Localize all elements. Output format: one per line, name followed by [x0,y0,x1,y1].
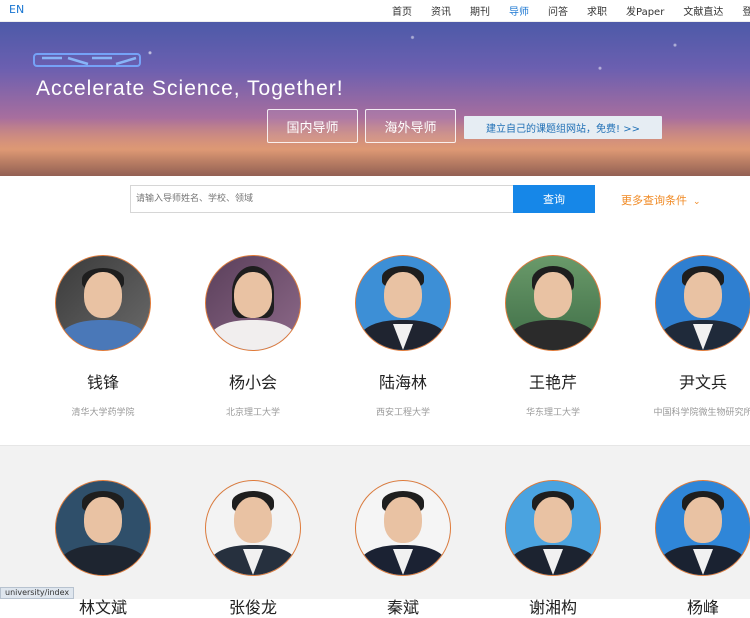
nav-item-login[interactable]: 登 [742,3,750,18]
mentor-card[interactable]: 杨峰 [628,480,750,618]
mentor-avatar [55,255,151,351]
language-switch-link[interactable]: EN [9,3,24,16]
main-nav: 首页 资讯 期刊 导师 问答 求职 发Paper 文献直达 登 [392,3,750,18]
more-search-options-label: 更多查询条件 [621,194,687,207]
nav-item-qa[interactable]: 问答 [548,3,568,18]
hero-banner: Accelerate Science, Together! 国内导师 海外导师 … [0,22,750,176]
search-bar: 查询 更多查询条件 ⌄ [0,176,750,222]
mentor-school: 北京理工大学 [225,408,280,418]
nav-item-journals[interactable]: 期刊 [470,3,490,18]
mentor-name[interactable]: 钱锋 [28,369,178,393]
mentor-name[interactable]: 杨小会 [178,369,328,393]
mentor-avatar [505,255,601,351]
nav-item-mentors[interactable]: 导师 [509,3,529,18]
mentor-avatar [205,255,301,351]
mentor-avatar [655,480,750,576]
chevron-down-icon: ⌄ [693,197,701,207]
mentor-card[interactable]: 谢湘构 [478,480,628,618]
mentor-avatar [55,480,151,576]
mentor-card[interactable]: 王艳芹 华东理工大学 [478,255,628,418]
mentor-name[interactable]: 王艳芹 [478,369,628,393]
mentor-avatar [205,480,301,576]
mentor-name[interactable]: 陆海林 [328,369,478,393]
more-search-options-link[interactable]: 更多查询条件 ⌄ [621,192,701,208]
mentor-school: 清华大学药学院 [71,408,135,418]
mentor-card[interactable]: 陆海林 西安工程大学 [328,255,478,418]
build-group-site-button[interactable]: 建立自己的课题组网站，免费! >> [464,116,662,139]
nav-item-home[interactable]: 首页 [392,3,412,18]
banner-slogan: Accelerate Science, Together! [36,77,344,100]
mentor-avatar [355,255,451,351]
mentor-school: 中国科学院微生物研究所 [653,408,750,418]
nav-item-publish-paper[interactable]: 发Paper [626,3,664,18]
mentor-name[interactable]: 秦斌 [328,594,478,618]
mentor-name[interactable]: 谢湘构 [478,594,628,618]
mentor-name[interactable]: 杨峰 [628,594,750,618]
mentor-name[interactable]: 张俊龙 [178,594,328,618]
mentor-avatar [505,480,601,576]
mentor-avatar [355,480,451,576]
mentor-card[interactable]: 杨小会 北京理工大学 [178,255,328,418]
mentor-grid-row-1: 钱锋 清华大学药学院 杨小会 北京理工大学 陆海林 西安工程大学 王艳芹 华东理… [0,222,750,445]
mentor-card[interactable]: 尹文兵 中国科学院微生物研究所 [628,255,750,418]
mentor-card[interactable]: 秦斌 [328,480,478,618]
mentor-avatar [655,255,750,351]
top-nav-bar: EN 首页 资讯 期刊 导师 问答 求职 发Paper 文献直达 登 [0,0,750,22]
mentor-card[interactable]: 张俊龙 [178,480,328,618]
mentor-school: 华东理工大学 [525,408,580,418]
nav-item-literature[interactable]: 文献直达 [683,3,723,18]
overseas-mentors-button[interactable]: 海外导师 [365,109,456,143]
domestic-mentors-button[interactable]: 国内导师 [267,109,358,143]
mentor-name[interactable]: 尹文兵 [628,369,750,393]
mentor-card[interactable]: 钱锋 清华大学药学院 [28,255,178,418]
mentor-search-input[interactable] [130,185,514,213]
browser-status-url: university/index [0,587,75,599]
search-button[interactable]: 查询 [513,185,595,213]
nav-item-jobs[interactable]: 求职 [587,3,607,18]
nav-item-news[interactable]: 资讯 [431,3,451,18]
mentor-school: 西安工程大学 [375,408,430,418]
mentor-grid-row-2: 林文斌 张俊龙 秦斌 谢湘构 杨峰 [0,445,750,617]
site-logo [33,53,141,67]
